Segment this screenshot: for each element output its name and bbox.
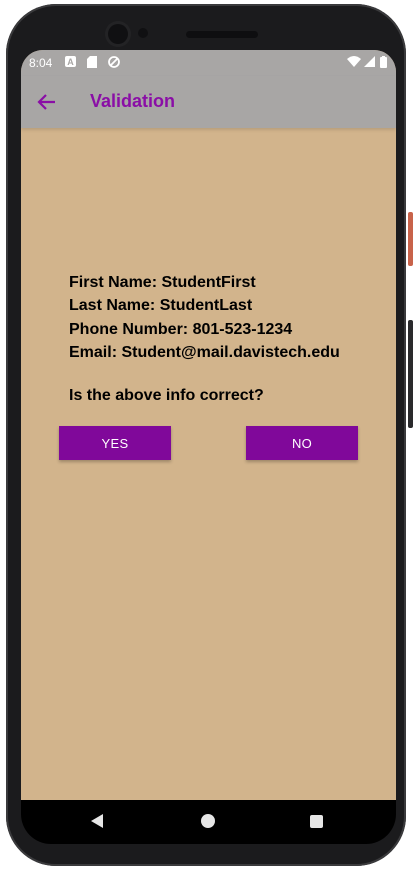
nav-back-icon[interactable] (91, 814, 103, 828)
status-time: 8:04 (29, 56, 53, 70)
volume-button (408, 320, 413, 428)
yes-button[interactable]: YES (59, 426, 171, 460)
no-button[interactable]: NO (246, 426, 358, 460)
svg-text:A: A (67, 57, 74, 67)
navigation-bar (21, 800, 396, 844)
email-text: Email: Student@mail.davistech.edu (69, 344, 340, 361)
power-button (408, 212, 413, 266)
app-bar: Validation (21, 76, 396, 128)
status-bar: 8:04 A (21, 50, 396, 76)
battery-icon (380, 56, 387, 71)
arrow-left-icon[interactable] (35, 90, 59, 114)
sensor (138, 28, 148, 38)
first-name-text: First Name: StudentFirst (69, 274, 256, 291)
last-name-text: Last Name: StudentLast (69, 297, 253, 314)
front-camera (108, 24, 128, 44)
nav-recents-icon[interactable] (310, 815, 323, 828)
wifi-icon (347, 56, 361, 70)
nav-home-icon[interactable] (201, 814, 215, 828)
sd-card-icon (87, 56, 97, 71)
notification-a-icon: A (65, 56, 76, 70)
screen: 8:04 A Validation First Name: StudentFir (21, 50, 396, 800)
earpiece-speaker (186, 31, 258, 38)
confirmation-question: Is the above info correct? (69, 387, 264, 404)
sync-icon (108, 56, 120, 71)
signal-icon (364, 56, 375, 70)
page-title: Validation (90, 91, 176, 111)
phone-number-text: Phone Number: 801-523-1234 (69, 321, 293, 338)
